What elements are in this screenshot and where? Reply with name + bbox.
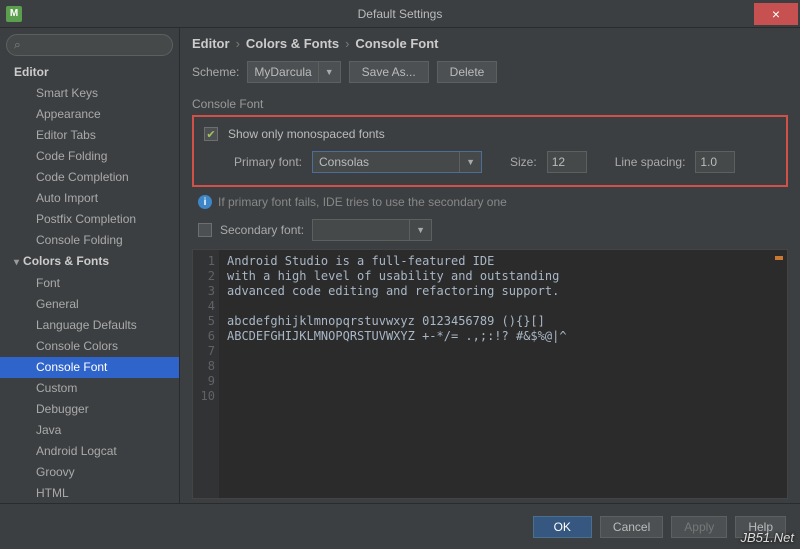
tree-item[interactable]: Android Logcat — [0, 441, 179, 462]
monospaced-label: Show only monospaced fonts — [228, 127, 385, 141]
apply-button[interactable]: Apply — [671, 516, 727, 538]
tree-item[interactable]: HTML — [0, 483, 179, 503]
tree-item[interactable]: Postfix Completion — [0, 209, 179, 230]
close-button[interactable]: × — [754, 3, 798, 25]
tree-item[interactable]: Colors & Fonts — [0, 251, 179, 273]
titlebar: M Default Settings × — [0, 0, 800, 28]
tree-item[interactable]: Console Folding — [0, 230, 179, 251]
cancel-button[interactable]: Cancel — [600, 516, 663, 538]
section-title: Console Font — [192, 97, 788, 111]
primary-font-label: Primary font: — [234, 155, 302, 169]
chevron-right-icon: › — [345, 36, 349, 51]
tree-item-selected[interactable]: Console Font — [0, 357, 179, 378]
preview-marker — [775, 256, 783, 260]
tree-item[interactable]: Appearance — [0, 104, 179, 125]
scheme-value: MyDarcula — [254, 65, 311, 79]
secondary-font-select[interactable]: ▼ — [312, 219, 432, 241]
tree-item[interactable]: General — [0, 294, 179, 315]
line-spacing-input[interactable] — [695, 151, 735, 173]
info-text: If primary font fails, IDE tries to use … — [218, 195, 507, 209]
save-as-button[interactable]: Save As... — [349, 61, 429, 83]
font-preview: 12345678910 Android Studio is a full-fea… — [192, 249, 788, 499]
settings-tree[interactable]: EditorSmart KeysAppearanceEditor TabsCod… — [0, 62, 179, 503]
breadcrumb-item[interactable]: Editor — [192, 36, 230, 51]
chevron-down-icon: ▼ — [318, 62, 334, 82]
breadcrumb-item: Console Font — [355, 36, 438, 51]
tree-item[interactable]: Debugger — [0, 399, 179, 420]
tree-item[interactable]: Console Colors — [0, 336, 179, 357]
ok-button[interactable]: OK — [533, 516, 592, 538]
secondary-font-label: Secondary font: — [220, 223, 304, 237]
tree-item[interactable]: Language Defaults — [0, 315, 179, 336]
preview-gutter: 12345678910 — [193, 250, 219, 498]
tree-item[interactable]: Editor — [0, 62, 179, 83]
chevron-down-icon: ▼ — [409, 220, 425, 240]
main-panel: Editor › Colors & Fonts › Console Font S… — [180, 28, 800, 503]
secondary-checkbox[interactable]: ✔ — [198, 223, 212, 237]
help-button[interactable]: Help — [735, 516, 786, 538]
tree-item[interactable]: Java — [0, 420, 179, 441]
search-input[interactable] — [6, 34, 173, 56]
size-input[interactable] — [547, 151, 587, 173]
primary-font-value: Consolas — [319, 155, 369, 169]
tree-item[interactable]: Auto Import — [0, 188, 179, 209]
tree-item[interactable]: Font — [0, 273, 179, 294]
scheme-select[interactable]: MyDarcula ▼ — [247, 61, 340, 83]
chevron-right-icon: › — [236, 36, 240, 51]
app-icon: M — [6, 6, 22, 22]
font-settings-highlight: ✔ Show only monospaced fonts Primary fon… — [192, 115, 788, 187]
tree-item[interactable]: Code Completion — [0, 167, 179, 188]
tree-item[interactable]: Code Folding — [0, 146, 179, 167]
size-label: Size: — [510, 155, 537, 169]
search-icon: ⌕ — [14, 38, 21, 53]
delete-button[interactable]: Delete — [437, 61, 498, 83]
tree-item[interactable]: Editor Tabs — [0, 125, 179, 146]
tree-item[interactable]: Groovy — [0, 462, 179, 483]
tree-item[interactable]: Custom — [0, 378, 179, 399]
sidebar: ⌕ EditorSmart KeysAppearanceEditor TabsC… — [0, 28, 180, 503]
scheme-label: Scheme: — [192, 65, 239, 79]
tree-item[interactable]: Smart Keys — [0, 83, 179, 104]
line-spacing-label: Line spacing: — [615, 155, 686, 169]
breadcrumb: Editor › Colors & Fonts › Console Font — [192, 36, 788, 51]
preview-code: Android Studio is a full-featured IDE wi… — [223, 250, 787, 404]
breadcrumb-item[interactable]: Colors & Fonts — [246, 36, 339, 51]
info-icon: i — [198, 195, 212, 209]
dialog-footer: OK Cancel Apply Help — [0, 503, 800, 549]
window-title: Default Settings — [0, 7, 800, 21]
chevron-down-icon: ▼ — [459, 152, 475, 172]
monospaced-checkbox[interactable]: ✔ — [204, 127, 218, 141]
primary-font-select[interactable]: Consolas ▼ — [312, 151, 482, 173]
